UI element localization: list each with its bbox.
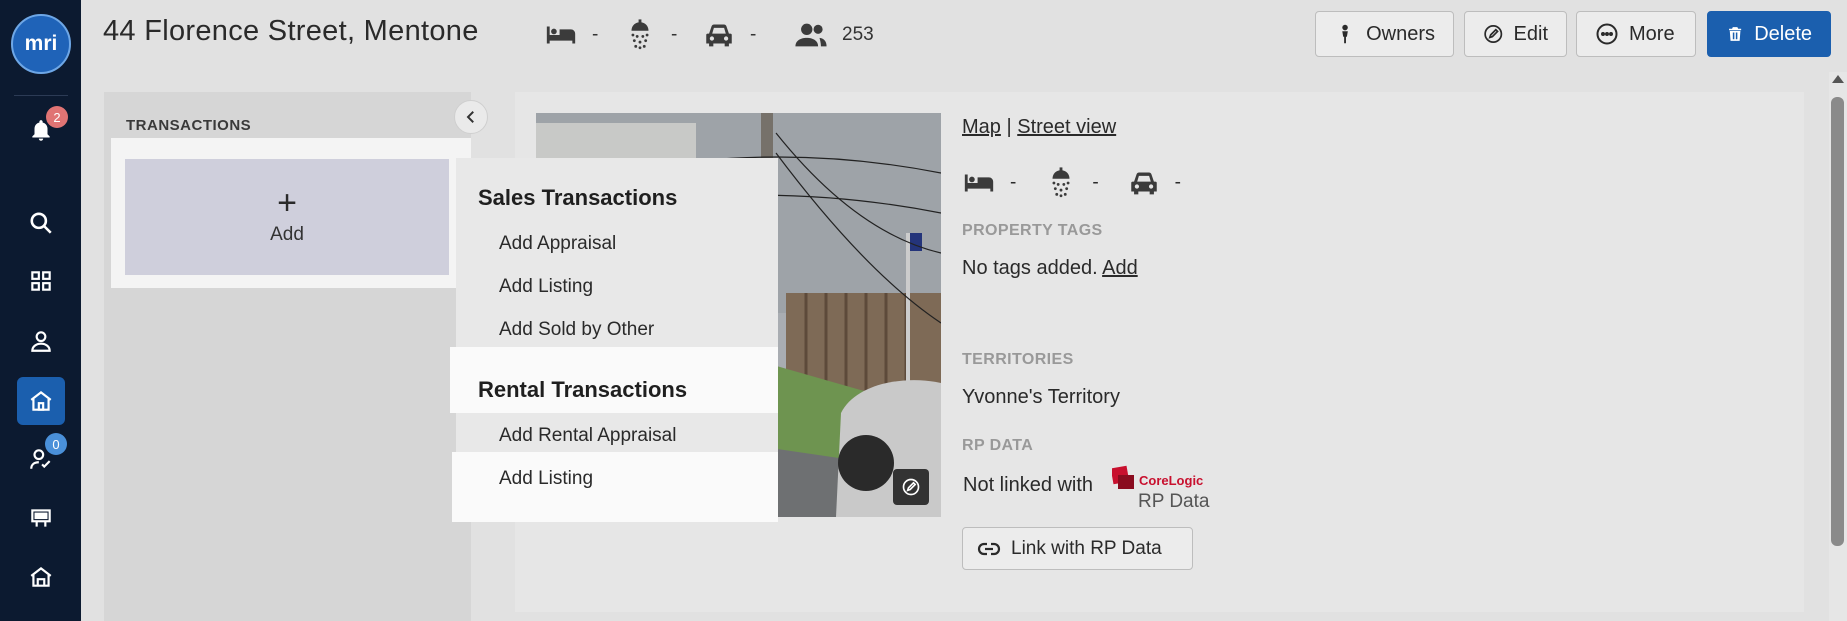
people-icon [795,23,827,47]
property-car-spaces: - [1174,172,1181,193]
properties-nav[interactable] [17,377,65,425]
header-bedrooms-value: - [592,24,599,45]
notifications-button[interactable]: 2 [17,106,68,155]
marketing-nav[interactable] [17,494,65,542]
collapse-panel-button[interactable] [454,100,488,134]
delete-button-label: Delete [1754,22,1812,45]
transactions-title: TRANSACTIONS [126,117,252,134]
add-tag-link[interactable]: Add [1102,257,1138,279]
edit-icon [1484,25,1503,43]
corelogic-logo: CoreLogic RP Data [1110,463,1212,513]
page-header: 44 Florence Street, Mentone - - - 253 Ow… [81,0,1847,68]
bed-icon [964,174,994,192]
property-features: - - - [962,166,1181,200]
link-rp-data-button[interactable]: Link with RP Data [962,527,1193,570]
rental-transactions-heading: Rental Transactions [478,377,688,402]
edit-icon [902,478,920,496]
menu-item-add-rental-listing[interactable]: Add Listing [499,468,593,490]
shower-icon [1052,167,1070,198]
notifications-badge: 2 [46,106,68,128]
scrollbar-thumb[interactable] [1831,97,1844,546]
shower-icon [631,19,649,50]
search-icon [30,212,52,234]
corelogic-brand: CoreLogic [1139,473,1203,488]
header-bathrooms: - [623,18,677,52]
rp-data-status: Not linked with [963,474,1094,496]
link-icon [977,542,1001,555]
home-nav[interactable] [17,553,65,601]
property-bedrooms: - [1010,172,1017,193]
add-transaction-button[interactable]: + Add [125,159,449,275]
edit-button[interactable]: Edit [1464,11,1567,57]
link-rp-data-label: Link with RP Data [1011,537,1162,559]
bed-icon [546,26,576,44]
logo-text: mri [24,32,58,55]
header-contacts-count: 253 [794,18,874,52]
page-title: 44 Florence Street, Mentone [103,15,479,47]
tasks-nav[interactable]: 0 [17,433,67,483]
header-car-spaces: - [702,18,756,52]
menu-item-add-rental-appraisal[interactable]: Add Rental Appraisal [499,425,676,447]
owners-button[interactable]: Owners [1315,11,1454,57]
property-bathrooms: - [1092,172,1099,193]
menu-item-add-listing[interactable]: Add Listing [499,276,593,298]
more-button-label: More [1629,22,1675,45]
car-icon [1130,172,1157,195]
dashboard-nav[interactable] [17,257,65,305]
territories-label: TERRITORIES [962,351,1074,368]
sales-transactions-heading: Sales Transactions [478,185,678,210]
trash-icon [1729,27,1742,41]
edit-photo-button[interactable] [893,469,929,505]
app-logo[interactable]: mri [11,14,71,74]
map-link[interactable]: Map [962,116,1001,138]
owner-icon [1342,24,1348,44]
left-nav-rail: mri 2 0 [0,0,81,621]
car-icon [706,24,732,47]
grid-icon [31,271,51,291]
contacts-count: 253 [842,24,874,45]
contacts-nav[interactable] [17,317,65,365]
menu-item-add-sold-by-other[interactable]: Add Sold by Other [499,319,654,341]
more-icon [1596,23,1618,45]
property-tags-label: PROPERTY TAGS [962,222,1103,239]
add-transaction-label: Add [270,224,304,245]
search-nav[interactable] [17,199,65,247]
delete-button[interactable]: Delete [1707,11,1831,57]
house-icon [30,390,52,411]
tasks-badge: 0 [45,433,67,455]
street-view-link[interactable]: Street view [1017,116,1116,138]
billboard-icon [31,509,51,527]
header-car-spaces-value: - [750,24,757,45]
map-links: Map | Street view [962,116,1116,139]
territory-value: Yvonne's Territory [962,386,1120,408]
chevron-left-icon [466,111,474,123]
plus-icon: + [277,184,297,222]
header-bedrooms: - [544,18,598,52]
edit-button-label: Edit [1513,22,1548,45]
no-tags-text: No tags added. [962,257,1098,279]
owners-button-label: Owners [1366,22,1435,45]
rail-divider [14,95,68,96]
more-button[interactable]: More [1576,11,1696,57]
links-separator: | [1006,116,1012,138]
property-tags-text: No tags added. Add [962,257,1138,280]
corelogic-product: RP Data [1138,491,1210,512]
header-bathrooms-value: - [671,24,678,45]
rp-data-label: RP DATA [962,437,1034,454]
menu-item-add-appraisal[interactable]: Add Appraisal [499,233,616,255]
scroll-up-arrow-icon[interactable] [1832,75,1844,83]
person-icon [31,331,51,352]
home-outline-icon [30,566,52,587]
